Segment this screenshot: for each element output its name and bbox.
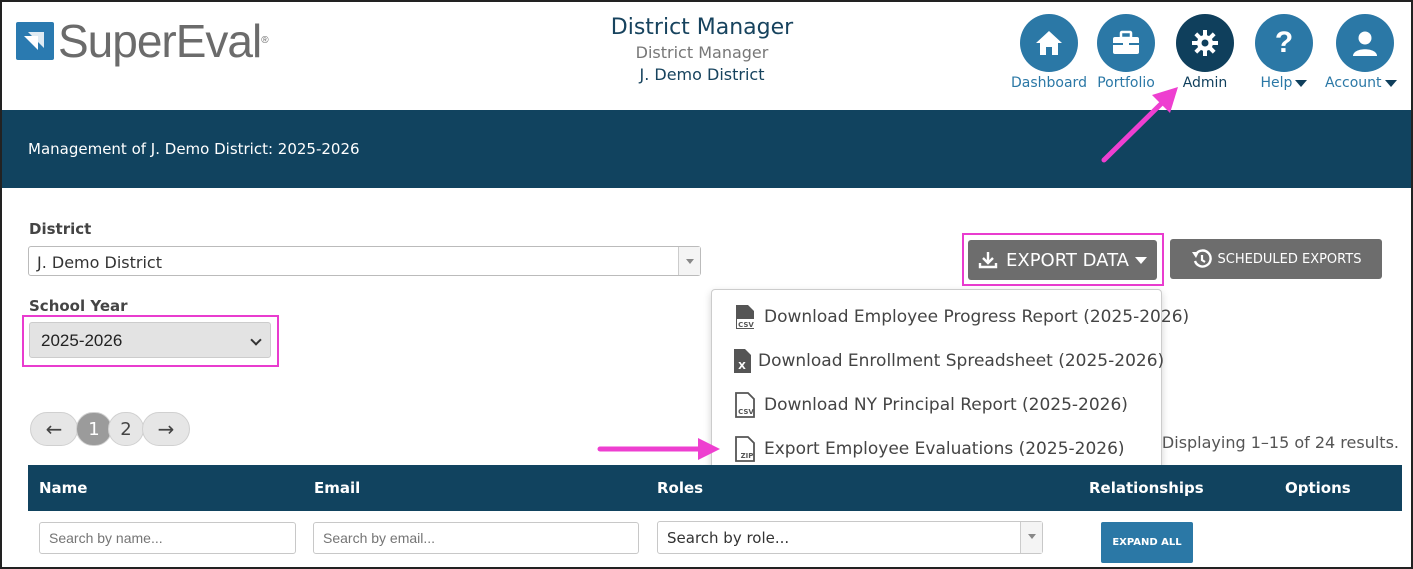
export-data-label: EXPORT DATA [1005,249,1129,271]
scheduled-exports-label: SCHEDULED EXPORTS [1217,251,1362,267]
select-arrow-icon[interactable] [1020,522,1042,553]
results-count: Displaying 1–15 of 24 results. [1161,433,1399,452]
school-year-value: 2025-2026 [41,331,123,350]
page-button-1[interactable]: 1 [76,412,112,446]
nav-admin[interactable]: Admin [1176,14,1234,91]
chevron-down-icon [1384,79,1397,87]
nav-label-help: Help [1261,75,1308,91]
menu-item-enrollment-spreadsheet[interactable]: X Download Enrollment Spreadsheet (2025-… [732,341,1164,381]
column-header-roles[interactable]: Roles [657,479,703,497]
role-search-placeholder: Search by role... [667,529,790,547]
export-dropdown-menu: CSV Download Employee Progress Report (2… [711,289,1189,476]
nav-label-admin: Admin [1182,75,1228,91]
district-label: District [29,220,92,238]
menu-item-label: Download Enrollment Spreadsheet (2025-20… [758,351,1165,371]
nav-dashboard[interactable]: Dashboard [1011,14,1087,91]
zip-file-icon: ZIP [735,436,755,462]
management-banner: Management of J. Demo District: 2025-202… [2,110,1411,188]
user-icon[interactable] [1335,14,1394,72]
district-name: J. Demo District [639,65,765,84]
nav-help[interactable]: ? Help [1255,14,1313,91]
district-select-value: J. Demo District [37,253,162,272]
school-year-label: School Year [29,297,128,315]
pagination: ← 1 2 → [30,412,190,446]
nav-label-account: Account [1325,75,1397,91]
table-header: Name Email Roles Relationships Options [28,465,1402,511]
gear-icon[interactable] [1176,14,1234,72]
select-arrow-icon[interactable] [678,247,700,275]
page-title: District Manager [610,15,794,40]
logo-text: SuperEval® [58,15,269,67]
chevron-down-icon [1135,256,1147,264]
role-search-select[interactable]: Search by role... [657,521,1043,554]
user-role: District Manager [635,43,769,62]
school-year-select[interactable]: 2025-2026 [29,322,271,358]
nav-portfolio[interactable]: Portfolio [1097,14,1155,91]
next-page-button[interactable]: → [142,412,190,446]
menu-item-label: Export Employee Evaluations (2025-2026) [764,439,1125,459]
menu-item-label: Download NY Principal Report (2025-2026) [764,395,1128,415]
scheduled-exports-button[interactable]: SCHEDULED EXPORTS [1170,239,1382,279]
chevron-down-icon [250,334,262,346]
export-data-button[interactable]: EXPORT DATA [968,240,1157,280]
briefcase-icon[interactable] [1097,14,1155,72]
supereval-logo[interactable]: SuperEval® [16,15,269,67]
svg-text:CSV: CSV [738,408,754,416]
menu-item-export-evaluations[interactable]: ZIP Export Employee Evaluations (2025-20… [734,429,1125,469]
home-icon[interactable] [1019,14,1078,72]
arrow-to-export-evaluations-icon [597,438,720,460]
column-header-options[interactable]: Options [1285,479,1351,497]
district-select[interactable]: J. Demo District [28,246,701,276]
nav-label-dashboard: Dashboard [1011,75,1087,91]
nav-account[interactable]: Account [1325,14,1397,91]
logo-mark-icon [16,22,54,60]
download-icon [978,252,998,269]
prev-page-button[interactable]: ← [30,412,78,446]
column-header-name[interactable]: Name [39,479,87,497]
menu-item-employee-progress[interactable]: CSV Download Employee Progress Report (2… [734,297,1189,337]
svg-text:X: X [738,361,746,372]
page-button-2[interactable]: 2 [108,412,144,446]
name-search-input[interactable] [39,522,296,554]
svg-text:CSV: CSV [738,321,754,329]
header-title-block: District Manager District Manager J. Dem… [562,14,842,86]
question-icon[interactable]: ? [1255,14,1313,72]
app-frame: SuperEval® District Manager District Man… [0,0,1413,569]
chevron-down-icon [1295,79,1308,87]
csv-file-icon: CSV [735,392,755,418]
menu-item-label: Download Employee Progress Report (2025-… [764,307,1190,327]
column-header-email[interactable]: Email [314,479,360,497]
history-icon [1191,249,1212,268]
nav-label-portfolio: Portfolio [1097,75,1155,91]
column-header-relationships[interactable]: Relationships [1089,479,1204,497]
top-header: SuperEval® District Manager District Man… [2,2,1411,110]
expand-all-button[interactable]: EXPAND ALL [1101,522,1193,563]
excel-file-icon: X [734,349,751,373]
svg-text:ZIP: ZIP [741,452,754,460]
menu-item-ny-principal[interactable]: CSV Download NY Principal Report (2025-2… [734,385,1128,425]
csv-file-icon: CSV [736,305,755,329]
email-search-input[interactable] [313,522,639,554]
banner-text: Management of J. Demo District: 2025-202… [28,140,360,158]
